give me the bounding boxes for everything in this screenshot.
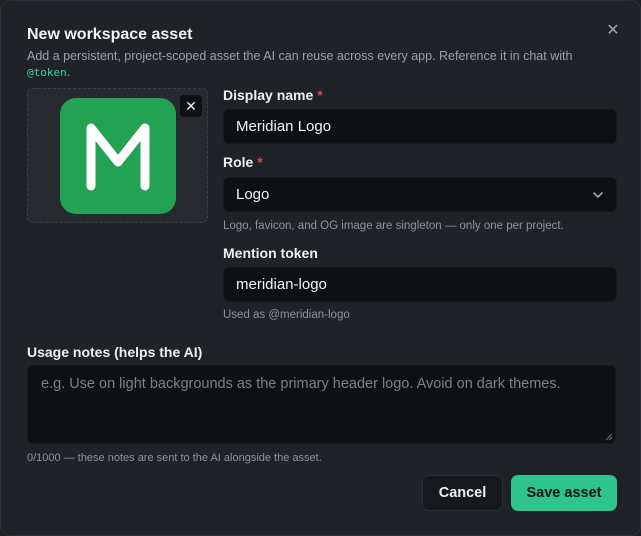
display-name-value: Meridian Logo (236, 118, 332, 135)
mention-token-value: meridian-logo (236, 276, 327, 293)
usage-notes-textarea[interactable]: e.g. Use on light backgrounds as the pri… (27, 365, 616, 444)
display-name-label-text: Display name (223, 87, 314, 103)
remove-image-button[interactable]: ✕ (180, 95, 202, 117)
mention-token-input[interactable]: meridian-logo (223, 267, 617, 302)
display-name-input[interactable]: Meridian Logo (223, 109, 617, 144)
dialog-subtitle: Add a persistent, project-scoped asset t… (27, 48, 627, 81)
token-code: @token (27, 66, 67, 79)
subtitle-text: Add a persistent, project-scoped asset t… (27, 49, 573, 63)
role-value: Logo (236, 186, 270, 203)
chevron-down-icon (593, 192, 603, 198)
new-asset-dialog: New workspace asset ✕ Add a persistent, … (0, 0, 641, 536)
mention-token-hint: Used as @meridian-logo (223, 309, 350, 321)
dialog-title: New workspace asset (27, 26, 193, 43)
display-name-label: Display name * (223, 87, 323, 103)
usage-notes-hint: 0/1000 — these notes are sent to the AI … (27, 452, 322, 464)
subtitle-end: . (66, 65, 71, 79)
usage-notes-placeholder: e.g. Use on light backgrounds as the pri… (41, 376, 561, 392)
role-label-text: Role (223, 154, 254, 170)
close-icon[interactable]: ✕ (604, 22, 622, 40)
cancel-button[interactable]: Cancel (422, 475, 503, 511)
mention-token-label: Mention token (223, 245, 318, 261)
role-hint: Logo, favicon, and OG image are singleto… (223, 220, 564, 232)
asset-logo-preview (60, 98, 176, 214)
role-select[interactable]: Logo (223, 177, 617, 212)
required-marker: * (257, 154, 263, 170)
logo-letter-m-icon (86, 123, 150, 191)
required-marker: * (317, 87, 323, 103)
usage-notes-label: Usage notes (helps the AI) (27, 344, 203, 360)
role-label: Role * (223, 154, 263, 170)
save-asset-button[interactable]: Save asset (511, 475, 617, 511)
resize-grip-icon[interactable] (605, 433, 613, 441)
asset-image-dropzone[interactable]: ✕ (27, 88, 208, 223)
